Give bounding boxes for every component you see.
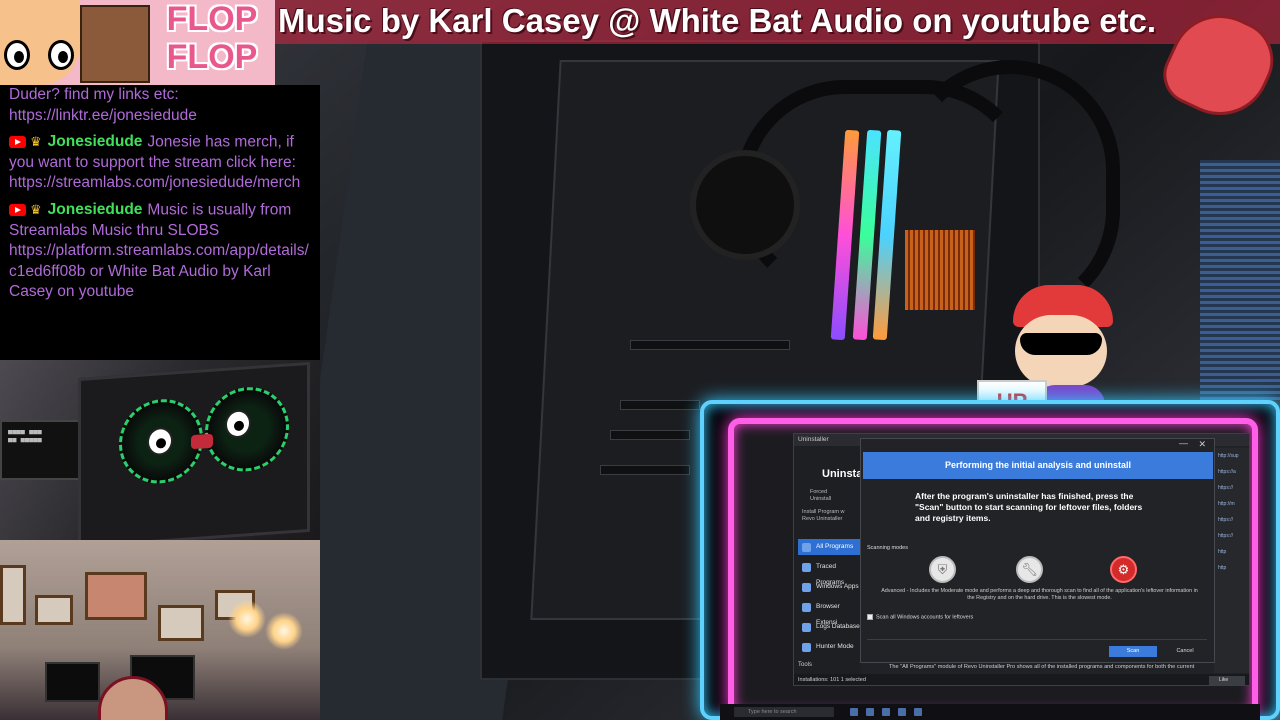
youtube-icon: [9, 136, 26, 149]
dialog-header: Performing the initial analysis and unin…: [863, 452, 1213, 479]
like-button[interactable]: Like: [1209, 676, 1245, 685]
taskbar-search[interactable]: Type here to search: [734, 707, 834, 717]
nav-label: Hunter Mode: [816, 643, 854, 650]
scanning-modes-label: Scanning modes: [867, 545, 908, 551]
folder-icon[interactable]: [882, 708, 890, 716]
install-program-button[interactable]: Install Program w Revo Uninstaller: [802, 509, 845, 523]
flop-flop-logo-text: FLOP FLOP: [152, 0, 272, 76]
chat-username: Jonesiedude: [47, 133, 143, 151]
url-item[interactable]: http://sup: [1214, 448, 1249, 464]
nav-label: All Programs: [816, 543, 854, 550]
url-item[interactable]: http: [1214, 544, 1249, 560]
nav-hunter-mode[interactable]: Hunter Mode: [798, 639, 860, 655]
uninstall-dialog: — ✕ Performing the initial analysis and …: [860, 438, 1215, 663]
channel-logo: FLOP FLOP: [0, 0, 275, 85]
module-description: The "All Programs" module of Revo Uninst…: [889, 664, 1195, 670]
scan-all-accounts-checkbox[interactable]: Scan all Windows accounts for leftovers: [867, 614, 973, 620]
scan-button[interactable]: Scan: [1109, 646, 1157, 657]
chat-panel: Duder? find my links etc: https://linktr…: [0, 85, 320, 360]
nav-windows-apps[interactable]: Windows Apps: [798, 579, 860, 595]
pc-case: [78, 361, 310, 540]
checkbox-label: Scan all Windows accounts for leftovers: [876, 614, 974, 621]
mascot-face: [0, 0, 80, 85]
app-icon[interactable]: [914, 708, 922, 716]
chat-partial-link: https://linktr.ee/jonesiedude: [9, 106, 197, 124]
nav-traced-programs[interactable]: Traced Programs: [798, 559, 860, 586]
chat-partial-line: Duder? find my links etc:: [9, 86, 179, 103]
close-icon[interactable]: ✕: [1198, 439, 1206, 450]
music-credit-banner: Music by Karl Casey @ White Bat Audio on…: [278, 2, 1157, 39]
forced-uninstall-button[interactable]: Forced Uninstall: [810, 489, 831, 503]
windows-icon: [802, 583, 811, 592]
streamer-camera-feed: [0, 540, 320, 720]
browser-icon[interactable]: [866, 708, 874, 716]
revo-header-title: Uninstal: [822, 468, 866, 480]
url-item[interactable]: https://: [1214, 528, 1249, 544]
nav-label: Windows Apps: [816, 583, 859, 590]
scan-mode-description: Advanced - Includes the Moderate mode an…: [881, 588, 1198, 601]
url-item[interactable]: https://a: [1214, 464, 1249, 480]
nav-all-programs[interactable]: All Programs: [798, 539, 860, 555]
pc-camera-feed: ■■■■ ■■■ ■■ ■■■■■: [0, 360, 320, 540]
windows-taskbar: Type here to search: [720, 704, 1260, 720]
crown-icon: ♛: [30, 201, 42, 217]
crosshair-icon: [802, 643, 811, 652]
url-item[interactable]: http: [1214, 560, 1249, 576]
checkbox[interactable]: [867, 614, 873, 620]
taskview-icon[interactable]: [850, 708, 858, 716]
traced-icon: [802, 563, 811, 572]
chat-message: ♛ Jonesiedude Music is usually from Stream…: [9, 200, 314, 303]
status-bar: Installations: 101 1 selected: [794, 674, 1249, 685]
url-item[interactable]: https://: [1214, 480, 1249, 496]
tools-section[interactable]: Tools: [798, 662, 812, 668]
revo-url-column: http://sup https://a https:// http://m h…: [1214, 448, 1249, 673]
cancel-button[interactable]: Cancel: [1161, 646, 1209, 657]
side-monitor: ■■■■ ■■■ ■■ ■■■■■: [0, 420, 82, 480]
url-item[interactable]: https://: [1214, 512, 1249, 528]
dialog-instructions: After the program's uninstaller has fini…: [915, 491, 1143, 523]
minimize-icon[interactable]: —: [1179, 438, 1188, 448]
gears-icon[interactable]: ⚙: [1110, 556, 1137, 583]
crown-icon: ♛: [30, 134, 42, 149]
database-icon: [802, 623, 811, 632]
logo-line-1: FLOP: [166, 0, 258, 38]
desk-illustration: [80, 5, 150, 83]
url-item[interactable]: http://m: [1214, 496, 1249, 512]
nav-logs-database[interactable]: Logs Database: [798, 619, 860, 635]
youtube-icon: [9, 204, 26, 217]
chat-message: ♛ Jonesiedude Jonesie has merch, if you wa…: [9, 132, 314, 194]
wrench-icon[interactable]: 🔧︎: [1016, 556, 1043, 583]
shield-icon[interactable]: ⛨: [929, 556, 956, 583]
app-icon[interactable]: [898, 708, 906, 716]
nav-browser-extensions[interactable]: Browser Extensi: [798, 599, 860, 626]
chat-username: Jonesiedude: [47, 201, 143, 219]
stream-layout: Music by Karl Casey @ White Bat Audio on…: [0, 0, 1280, 720]
divider: [867, 639, 1207, 640]
browser-icon: [802, 603, 811, 612]
nav-label: Logs Database: [816, 623, 860, 630]
logo-line-2: FLOP: [166, 38, 258, 76]
programs-icon: [802, 543, 811, 552]
